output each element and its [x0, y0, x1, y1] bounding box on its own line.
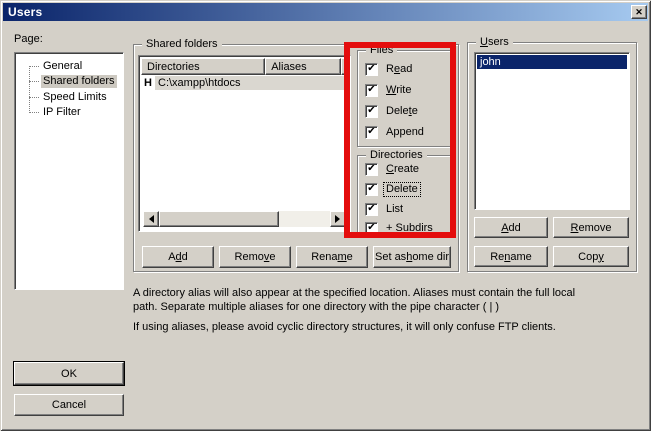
files-read-option[interactable]: ✔ Read [365, 63, 414, 76]
user-copy-button[interactable]: Copy [553, 246, 629, 267]
users-list[interactable]: john [474, 52, 630, 210]
dirs-delete-checkbox[interactable]: ✔ [365, 183, 378, 196]
check-icon: ✔ [367, 64, 375, 74]
list-checkbox[interactable]: ✔ [365, 203, 378, 216]
alias-note-line2: path. Separate multiple aliases for one … [133, 301, 499, 313]
dirs-list-option[interactable]: ✔ List [365, 203, 405, 216]
read-checkbox[interactable]: ✔ [365, 63, 378, 76]
subdirs-checkbox[interactable]: ✔ [365, 222, 378, 235]
check-icon: ✔ [367, 204, 375, 214]
append-checkbox[interactable]: ✔ [365, 126, 378, 139]
dirs-delete-option[interactable]: ✔ Delete [365, 183, 420, 196]
check-icon: ✔ [367, 127, 375, 137]
scrollbar-track[interactable] [279, 211, 330, 227]
close-button[interactable]: ✕ [631, 5, 647, 19]
scrollbar-thumb[interactable] [159, 211, 279, 227]
column-header-aliases[interactable]: Aliases [265, 58, 341, 75]
dirs-create-option[interactable]: ✔ Create [365, 163, 421, 176]
files-group-label: Files [366, 43, 397, 57]
column-header-filler [341, 58, 348, 75]
scroll-right-button[interactable] [330, 211, 346, 227]
cyclic-note: If using aliases, please avoid cyclic di… [133, 321, 556, 333]
ok-button[interactable]: OK [14, 362, 124, 385]
alias-note-line1: A directory alias will also appear at th… [133, 287, 575, 299]
check-icon: ✔ [367, 106, 375, 116]
users-group-label: Users [476, 35, 513, 49]
folder-remove-button[interactable]: Remove [219, 246, 291, 268]
create-checkbox[interactable]: ✔ [365, 163, 378, 176]
scroll-right-icon [335, 215, 344, 223]
user-list-item[interactable]: john [477, 55, 627, 69]
shared-folders-group-label: Shared folders [142, 37, 222, 51]
check-icon: ✔ [367, 223, 375, 233]
user-rename-button[interactable]: Rename [474, 246, 548, 267]
cancel-button[interactable]: Cancel [14, 394, 124, 416]
folder-rename-button[interactable]: Rename [296, 246, 368, 268]
horizontal-scrollbar[interactable] [143, 211, 346, 227]
scroll-left-icon [145, 215, 154, 223]
tree-item-speed-limits[interactable]: Speed Limits [17, 90, 121, 105]
directory-path: C:\xampp\htdocs [155, 76, 348, 90]
page-tree: General Shared folders Speed Limits IP F… [14, 52, 124, 290]
tree-item-general[interactable]: General [17, 59, 121, 74]
set-home-dir-button[interactable]: Set as home dir [373, 246, 451, 268]
directories-listview: Directories Aliases H C:\xampp\htdocs [138, 55, 351, 232]
column-header-directories[interactable]: Directories [141, 58, 265, 75]
tree-item-ip-filter[interactable]: IP Filter [17, 105, 121, 120]
write-checkbox[interactable]: ✔ [365, 84, 378, 97]
window-title: Users [3, 5, 42, 19]
directories-group-label: Directories [366, 148, 427, 162]
folder-add-button[interactable]: Add [142, 246, 214, 268]
files-write-option[interactable]: ✔ Write [365, 84, 413, 97]
files-append-option[interactable]: ✔ Append [365, 126, 426, 139]
files-delete-checkbox[interactable]: ✔ [365, 105, 378, 118]
user-remove-button[interactable]: Remove [553, 217, 629, 238]
page-label: Page: [14, 33, 43, 45]
tree-item-shared-folders[interactable]: Shared folders [17, 74, 121, 89]
users-dialog: Users ✕ Page: General Shared folders Spe… [0, 0, 651, 431]
title-bar[interactable]: Users [3, 3, 648, 21]
check-icon: ✔ [367, 164, 375, 174]
files-delete-option[interactable]: ✔ Delete [365, 105, 420, 118]
scroll-left-button[interactable] [143, 211, 159, 227]
close-icon: ✕ [635, 8, 643, 17]
check-icon: ✔ [367, 85, 375, 95]
home-flag: H [141, 77, 155, 89]
listview-header: Directories Aliases [141, 58, 348, 75]
user-add-button[interactable]: Add [474, 217, 548, 238]
directory-row[interactable]: H C:\xampp\htdocs [141, 76, 348, 90]
check-icon: ✔ [367, 184, 375, 194]
dirs-subdirs-option[interactable]: ✔ + Subdirs [365, 222, 435, 235]
